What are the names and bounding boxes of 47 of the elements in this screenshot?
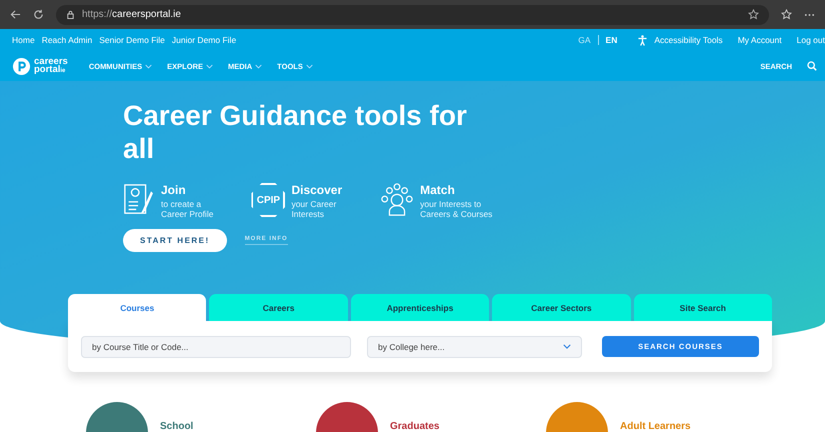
logo-icon[interactable] — [12, 56, 31, 76]
cpip-badge: CPIP — [251, 183, 286, 217]
language-link[interactable]: GA — [578, 35, 591, 45]
account-link[interactable]: My Account — [738, 35, 782, 45]
search-tab[interactable]: Site Search — [634, 294, 772, 321]
accessibility-link[interactable]: Accessibility Tools — [654, 35, 723, 45]
language-link[interactable]: EN — [606, 35, 618, 45]
search-tab[interactable]: Careers — [209, 294, 348, 321]
person-network-icon — [380, 183, 414, 217]
audience-link[interactable]: School — [160, 421, 194, 432]
star-icon[interactable] — [748, 9, 759, 20]
profile-form-icon — [123, 183, 155, 217]
top-link[interactable]: Home — [12, 35, 35, 45]
search-tab[interactable]: Apprenticeships — [350, 294, 490, 321]
top-link[interactable]: Reach Admin — [42, 35, 92, 45]
audience-link[interactable]: Adult Learners — [620, 421, 691, 432]
course-search-field[interactable]: by Course Title or Code... — [81, 336, 351, 358]
reload-icon[interactable] — [33, 9, 44, 20]
chevron-down-icon — [306, 64, 313, 68]
chevron-down-icon — [145, 64, 152, 68]
feature-description: your Career Interests — [291, 199, 338, 219]
feature-title: Match — [420, 183, 456, 197]
address-bar[interactable]: https://careersportal.ie — [56, 4, 769, 24]
top-link[interactable]: Senior Demo File — [99, 35, 165, 45]
feature-title: Discover — [291, 183, 342, 197]
hero-title: Career Guidance tools for all — [123, 99, 468, 165]
feature-description: your Interests to Careers & Courses — [420, 199, 492, 219]
logo-text[interactable]: careers — [34, 58, 68, 66]
person-icon — [638, 34, 648, 46]
feature-title: Join — [161, 183, 187, 197]
chevron-down-icon — [563, 344, 571, 349]
search-tab[interactable]: Courses — [68, 294, 206, 321]
feature-description: to create a Career Profile — [161, 199, 214, 219]
lock-icon — [66, 10, 75, 19]
favorites-icon[interactable] — [781, 9, 792, 20]
url-text: https://careersportal.ie — [82, 9, 181, 20]
chevron-down-icon — [206, 64, 213, 68]
back-icon[interactable] — [10, 9, 21, 20]
start-button[interactable]: START HERE! — [123, 229, 227, 252]
search-tab[interactable]: Career Sectors — [492, 294, 631, 321]
search-icon[interactable] — [807, 61, 817, 71]
top-link[interactable]: Junior Demo File — [172, 35, 236, 45]
account-link[interactable]: Log out — [796, 35, 825, 45]
college-dropdown[interactable]: by College here... — [367, 336, 582, 358]
more-icon[interactable] — [804, 12, 815, 16]
audience-link[interactable]: Graduates — [390, 421, 440, 432]
chevron-down-icon — [255, 64, 262, 68]
